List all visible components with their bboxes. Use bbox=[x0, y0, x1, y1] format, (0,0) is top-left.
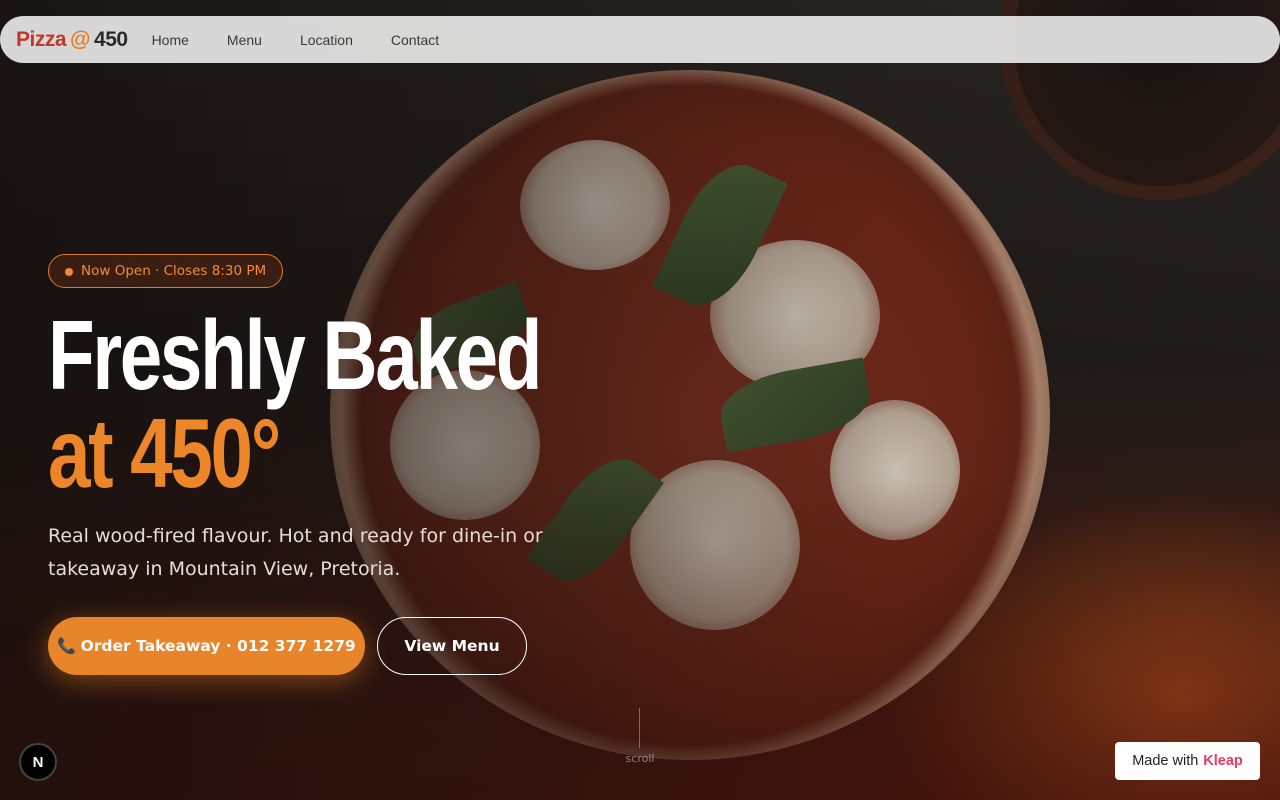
logo-text-pizza: Pizza bbox=[16, 27, 67, 51]
view-menu-button[interactable]: View Menu bbox=[377, 617, 527, 675]
open-status-badge: Now Open · Closes 8:30 PM bbox=[48, 254, 284, 288]
phone-icon: 📞 bbox=[57, 637, 77, 655]
nav-link-location[interactable]: Location bbox=[300, 32, 353, 48]
logo[interactable]: Pizza @ 450 bbox=[16, 28, 128, 52]
navbar: Pizza @ 450 Home Menu Location Contact bbox=[0, 16, 1280, 63]
logo-text-450: 450 bbox=[94, 27, 128, 51]
logo-text-at: @ bbox=[70, 27, 91, 51]
hero-title-line1: Freshly Baked bbox=[48, 300, 543, 410]
hero-title-line2: at 450° bbox=[48, 398, 281, 508]
nav-link-menu[interactable]: Menu bbox=[227, 32, 262, 48]
hero-subtitle: Real wood-fired flavour. Hot and ready f… bbox=[48, 525, 543, 580]
open-status-text: Now Open · Closes 8:30 PM bbox=[81, 263, 267, 279]
status-dot-icon bbox=[65, 268, 73, 276]
made-with-kleap-badge[interactable]: Made with Kleap bbox=[1115, 742, 1260, 780]
order-takeaway-label: Order Takeaway · 012 377 1279 bbox=[80, 637, 356, 655]
nav-link-contact[interactable]: Contact bbox=[391, 32, 439, 48]
nav-links: Home Menu Location Contact bbox=[152, 32, 478, 48]
scroll-indicator-label: scroll bbox=[625, 752, 655, 765]
scroll-indicator-line bbox=[639, 708, 640, 748]
kleap-brand-text: Kleap bbox=[1203, 753, 1243, 769]
nav-link-home[interactable]: Home bbox=[152, 32, 189, 48]
order-takeaway-button[interactable]: 📞 Order Takeaway · 012 377 1279 bbox=[48, 617, 365, 675]
nextjs-dev-badge[interactable]: N bbox=[19, 743, 57, 781]
made-with-text: Made with bbox=[1132, 753, 1199, 769]
